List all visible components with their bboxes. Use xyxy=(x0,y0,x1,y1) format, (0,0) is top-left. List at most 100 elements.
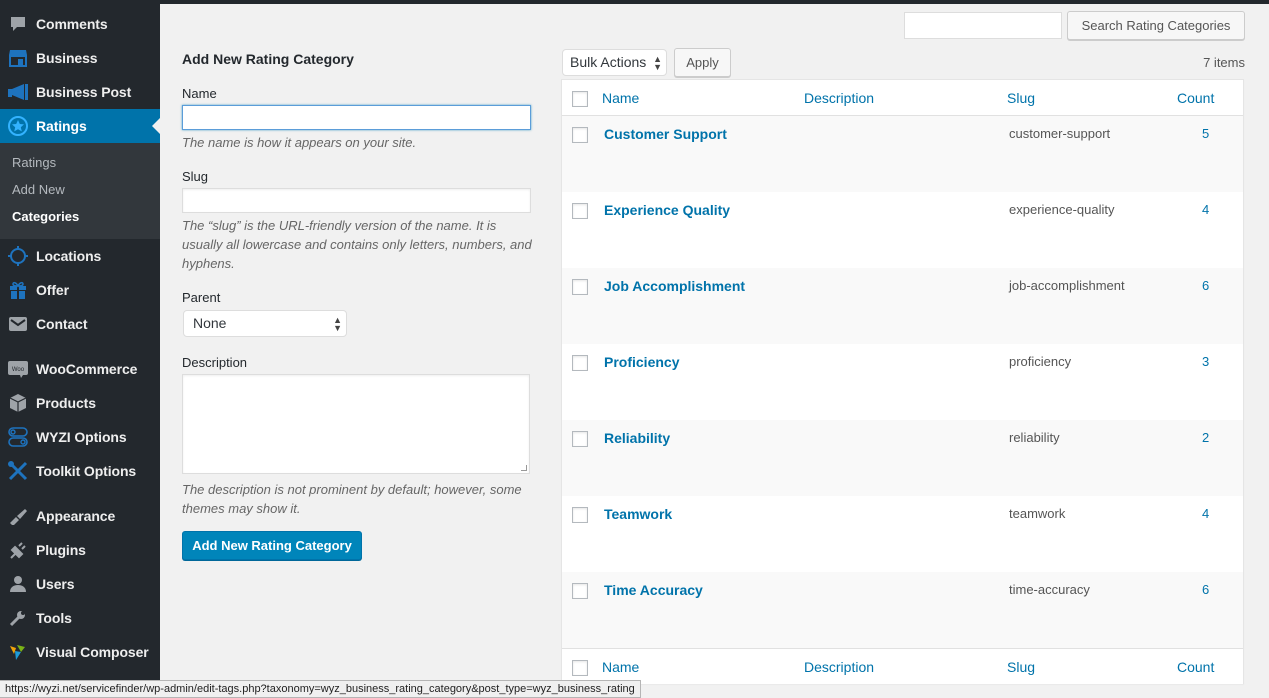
items-count: 7 items xyxy=(1203,55,1245,70)
name-help: The name is how it appears on your site. xyxy=(182,135,417,150)
column-count-footer[interactable]: Count xyxy=(1177,659,1214,675)
sidebar-item-offer[interactable]: Offer xyxy=(0,273,160,307)
column-slug[interactable]: Slug xyxy=(1007,90,1035,106)
parent-select[interactable]: None ▲ ▼ xyxy=(183,310,347,337)
ratings-submenu: Ratings Add New Categories xyxy=(0,143,160,239)
sidebar-item-plugins[interactable]: Plugins xyxy=(0,533,160,567)
table-row: Customer Support customer-support 5 xyxy=(562,116,1243,192)
category-name-link[interactable]: Experience Quality xyxy=(604,202,730,218)
row-checkbox[interactable] xyxy=(572,507,588,523)
sidebar-item-comments[interactable]: Comments xyxy=(0,7,160,41)
table-header: Name Description Slug Count xyxy=(562,80,1243,116)
slug-input[interactable] xyxy=(182,188,531,213)
table-row: Proficiency proficiency 3 xyxy=(562,344,1243,420)
category-count-link[interactable]: 3 xyxy=(1202,354,1209,369)
row-checkbox[interactable] xyxy=(572,203,588,219)
box-icon xyxy=(0,393,36,413)
toggles-icon xyxy=(0,427,36,447)
visual-composer-icon xyxy=(0,643,36,661)
category-name-link[interactable]: Reliability xyxy=(604,430,670,446)
category-count-link[interactable]: 4 xyxy=(1202,506,1209,521)
name-input[interactable] xyxy=(182,105,531,130)
sidebar-item-business-post[interactable]: Business Post xyxy=(0,75,160,109)
search-input[interactable] xyxy=(904,12,1062,39)
sidebar-item-toolkit-options[interactable]: Toolkit Options xyxy=(0,454,160,488)
sidebar-item-business[interactable]: Business xyxy=(0,41,160,75)
star-icon xyxy=(0,116,36,136)
column-name-footer[interactable]: Name xyxy=(602,659,639,675)
sidebar-item-users[interactable]: Users xyxy=(0,567,160,601)
search-button[interactable]: Search Rating Categories xyxy=(1067,11,1245,40)
category-slug: job-accomplishment xyxy=(1009,278,1125,293)
column-name[interactable]: Name xyxy=(602,90,639,106)
sidebar-item-products[interactable]: Products xyxy=(0,386,160,420)
categories-table: Name Description Slug Count Customer Sup… xyxy=(561,79,1244,684)
comment-icon xyxy=(0,15,36,33)
column-slug-footer[interactable]: Slug xyxy=(1007,659,1035,675)
tools-icon xyxy=(0,461,36,481)
sidebar-item-woocommerce[interactable]: Woo WooCommerce xyxy=(0,352,160,386)
sidebar-item-visual-composer[interactable]: Visual Composer xyxy=(0,635,160,669)
select-all-checkbox-footer[interactable] xyxy=(572,660,588,676)
select-all-checkbox[interactable] xyxy=(572,91,588,107)
column-description[interactable]: Description xyxy=(804,90,874,106)
gift-icon xyxy=(0,280,36,300)
category-count-link[interactable]: 6 xyxy=(1202,278,1209,293)
category-name-link[interactable]: Time Accuracy xyxy=(604,582,703,598)
table-row: Time Accuracy time-accuracy 6 xyxy=(562,572,1243,648)
sidebar-item-locations[interactable]: Locations xyxy=(0,239,160,273)
bulk-actions-select[interactable]: Bulk Actions ▲ ▼ xyxy=(562,49,667,76)
category-count-link[interactable]: 2 xyxy=(1202,430,1209,445)
submenu-item-add-new[interactable]: Add New xyxy=(12,182,65,197)
submenu-item-ratings[interactable]: Ratings xyxy=(12,155,56,170)
sidebar-item-wyzi-options[interactable]: WYZI Options xyxy=(0,420,160,454)
parent-label: Parent xyxy=(182,290,221,305)
submenu-item-categories[interactable]: Categories xyxy=(12,209,79,224)
sidebar-item-appearance[interactable]: Appearance xyxy=(0,499,160,533)
parent-selected-value: None xyxy=(193,315,227,331)
category-name-link[interactable]: Customer Support xyxy=(604,126,727,142)
table-row: Reliability reliability 2 xyxy=(562,420,1243,496)
category-name-link[interactable]: Proficiency xyxy=(604,354,679,370)
category-count-link[interactable]: 5 xyxy=(1202,126,1209,141)
table-row: Job Accomplishment job-accomplishment 6 xyxy=(562,268,1243,344)
row-checkbox[interactable] xyxy=(572,583,588,599)
category-name-link[interactable]: Job Accomplishment xyxy=(604,278,745,294)
plugin-icon xyxy=(0,541,36,559)
svg-text:Woo: Woo xyxy=(12,367,25,373)
category-slug: reliability xyxy=(1009,430,1060,445)
select-arrows-icon: ▲ ▼ xyxy=(653,54,662,72)
envelope-icon xyxy=(0,317,36,331)
table-footer: Name Description Slug Count xyxy=(562,648,1243,684)
category-slug: experience-quality xyxy=(1009,202,1115,217)
sidebar-item-ratings[interactable]: Ratings xyxy=(0,109,160,143)
browser-status-url: https://wyzi.net/servicefinder/wp-admin/… xyxy=(0,680,641,698)
add-new-category-button[interactable]: Add New Rating Category xyxy=(182,531,362,560)
admin-sidebar: Comments Business Business Post Ratings … xyxy=(0,0,160,698)
slug-label: Slug xyxy=(182,169,209,184)
paintbrush-icon xyxy=(0,507,36,525)
column-description-footer[interactable]: Description xyxy=(804,659,874,675)
category-slug: time-accuracy xyxy=(1009,582,1090,597)
sidebar-item-tools[interactable]: Tools xyxy=(0,601,160,635)
category-name-link[interactable]: Teamwork xyxy=(604,506,672,522)
category-slug: teamwork xyxy=(1009,506,1066,521)
row-checkbox[interactable] xyxy=(572,127,588,143)
description-textarea[interactable] xyxy=(182,374,530,474)
location-target-icon xyxy=(0,246,36,266)
sidebar-item-contact[interactable]: Contact xyxy=(0,307,160,341)
row-checkbox[interactable] xyxy=(572,279,588,295)
bulk-actions-value: Bulk Actions xyxy=(570,54,647,70)
megaphone-icon xyxy=(0,83,36,101)
form-title: Add New Rating Category xyxy=(182,51,354,67)
resize-handle-icon[interactable] xyxy=(521,465,527,471)
category-count-link[interactable]: 6 xyxy=(1202,582,1209,597)
table-row: Teamwork teamwork 4 xyxy=(562,496,1243,572)
row-checkbox[interactable] xyxy=(572,355,588,371)
category-slug: customer-support xyxy=(1009,126,1111,141)
apply-button[interactable]: Apply xyxy=(674,48,731,77)
column-count[interactable]: Count xyxy=(1177,90,1214,106)
category-count-link[interactable]: 4 xyxy=(1202,202,1209,217)
admin-top-bar xyxy=(0,0,1269,4)
row-checkbox[interactable] xyxy=(572,431,588,447)
